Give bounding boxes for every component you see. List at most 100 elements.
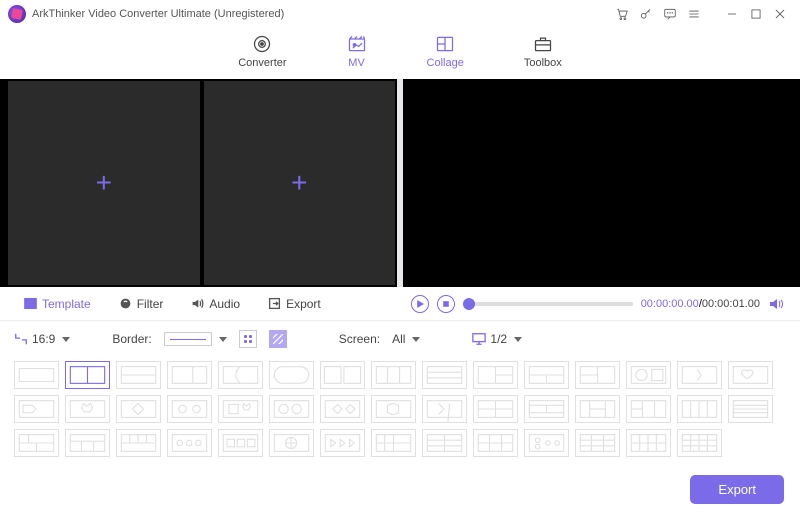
tpl-10[interactable] bbox=[473, 361, 518, 389]
tab-export-label: Export bbox=[286, 297, 321, 311]
converter-icon bbox=[252, 34, 272, 54]
tpl-9[interactable] bbox=[422, 361, 467, 389]
tpl-22[interactable] bbox=[320, 395, 365, 423]
key-icon[interactable] bbox=[634, 2, 658, 26]
tab-filter[interactable]: Filter bbox=[105, 287, 178, 321]
play-button[interactable] bbox=[411, 295, 429, 313]
tpl-40[interactable] bbox=[473, 429, 518, 457]
tpl-38[interactable] bbox=[371, 429, 416, 457]
tpl-35[interactable] bbox=[218, 429, 263, 457]
volume-icon[interactable] bbox=[768, 296, 784, 312]
close-button[interactable] bbox=[768, 2, 792, 26]
tpl-28[interactable] bbox=[626, 395, 671, 423]
tpl-15[interactable] bbox=[728, 361, 773, 389]
screen-select[interactable]: All bbox=[392, 332, 420, 346]
collage-drop-area: + + bbox=[0, 79, 397, 287]
tpl-30[interactable] bbox=[728, 395, 773, 423]
preview-area bbox=[403, 79, 800, 287]
tpl-11[interactable] bbox=[524, 361, 569, 389]
tpl-27[interactable] bbox=[575, 395, 620, 423]
tab-filter-label: Filter bbox=[137, 297, 164, 311]
tpl-44[interactable] bbox=[677, 429, 722, 457]
tpl-3[interactable] bbox=[116, 361, 161, 389]
tpl-4[interactable] bbox=[167, 361, 212, 389]
ratio-select[interactable]: 16:9 bbox=[14, 332, 70, 346]
drop-slot-1[interactable]: + bbox=[8, 81, 200, 285]
tpl-33[interactable] bbox=[116, 429, 161, 457]
drop-slot-2[interactable]: + bbox=[204, 81, 396, 285]
nav-converter[interactable]: Converter bbox=[238, 34, 286, 69]
page-select[interactable]: 1/2 bbox=[472, 332, 522, 346]
nav-collage[interactable]: Collage bbox=[427, 34, 464, 69]
tpl-17[interactable] bbox=[65, 395, 110, 423]
tab-row: Template Filter Audio Export 00:00:00.00… bbox=[0, 287, 800, 321]
tpl-20[interactable] bbox=[218, 395, 263, 423]
export-icon bbox=[268, 297, 281, 310]
app-title: ArkThinker Video Converter Ultimate (Unr… bbox=[32, 8, 284, 20]
tpl-8[interactable] bbox=[371, 361, 416, 389]
tpl-37[interactable] bbox=[320, 429, 365, 457]
screen-value: All bbox=[392, 332, 405, 346]
nav-mv-label: MV bbox=[348, 57, 365, 69]
tpl-39[interactable] bbox=[422, 429, 467, 457]
border-style-select[interactable] bbox=[164, 332, 227, 346]
menu-icon[interactable] bbox=[682, 2, 706, 26]
tab-audio-label: Audio bbox=[209, 297, 240, 311]
export-button[interactable]: Export bbox=[690, 475, 784, 504]
nav-toolbox-label: Toolbox bbox=[524, 57, 562, 69]
collage-icon bbox=[435, 34, 455, 54]
page-value: 1/2 bbox=[490, 332, 507, 346]
color-picker-button[interactable] bbox=[239, 330, 257, 348]
tpl-12[interactable] bbox=[575, 361, 620, 389]
tpl-21[interactable] bbox=[269, 395, 314, 423]
tpl-31[interactable] bbox=[14, 429, 59, 457]
tpl-26[interactable] bbox=[524, 395, 569, 423]
tpl-5[interactable] bbox=[218, 361, 263, 389]
options-row: 16:9 Border: Screen: All 1/2 bbox=[0, 321, 800, 357]
tpl-19[interactable] bbox=[167, 395, 212, 423]
pattern-button[interactable] bbox=[269, 330, 287, 348]
tpl-24[interactable] bbox=[422, 395, 467, 423]
seek-slider[interactable] bbox=[463, 302, 633, 306]
tpl-14[interactable] bbox=[677, 361, 722, 389]
tpl-36[interactable] bbox=[269, 429, 314, 457]
feedback-icon[interactable] bbox=[658, 2, 682, 26]
nav-collage-label: Collage bbox=[427, 57, 464, 69]
monitor-icon bbox=[472, 332, 486, 346]
ratio-icon bbox=[14, 332, 28, 346]
tpl-13[interactable] bbox=[626, 361, 671, 389]
minimize-button[interactable] bbox=[720, 2, 744, 26]
nav-converter-label: Converter bbox=[238, 57, 286, 69]
border-label: Border: bbox=[112, 332, 151, 346]
preview-slot-1 bbox=[405, 81, 598, 285]
cart-icon[interactable] bbox=[610, 2, 634, 26]
tpl-2[interactable] bbox=[65, 361, 110, 389]
tpl-16[interactable] bbox=[14, 395, 59, 423]
tpl-43[interactable] bbox=[626, 429, 671, 457]
tab-template[interactable]: Template bbox=[10, 287, 105, 321]
tpl-34[interactable] bbox=[167, 429, 212, 457]
nav-toolbox[interactable]: Toolbox bbox=[524, 34, 562, 69]
nav-mv[interactable]: MV bbox=[347, 34, 367, 69]
stop-button[interactable] bbox=[437, 295, 455, 313]
tpl-6[interactable] bbox=[269, 361, 314, 389]
main-nav: Converter MV Collage Toolbox bbox=[0, 28, 800, 79]
tpl-32[interactable] bbox=[65, 429, 110, 457]
tpl-1[interactable] bbox=[14, 361, 59, 389]
tpl-42[interactable] bbox=[575, 429, 620, 457]
bottom-bar: Export bbox=[0, 467, 800, 518]
ratio-value: 16:9 bbox=[32, 332, 55, 346]
tpl-25[interactable] bbox=[473, 395, 518, 423]
chevron-down-icon bbox=[62, 337, 70, 342]
tpl-29[interactable] bbox=[677, 395, 722, 423]
chevron-down-icon bbox=[514, 337, 522, 342]
preview-slot-2 bbox=[600, 81, 793, 285]
tab-audio[interactable]: Audio bbox=[177, 287, 254, 321]
tpl-7[interactable] bbox=[320, 361, 365, 389]
tpl-18[interactable] bbox=[116, 395, 161, 423]
app-logo bbox=[8, 5, 26, 23]
tab-export[interactable]: Export bbox=[254, 287, 335, 321]
tpl-41[interactable] bbox=[524, 429, 569, 457]
tpl-23[interactable] bbox=[371, 395, 416, 423]
maximize-button[interactable] bbox=[744, 2, 768, 26]
